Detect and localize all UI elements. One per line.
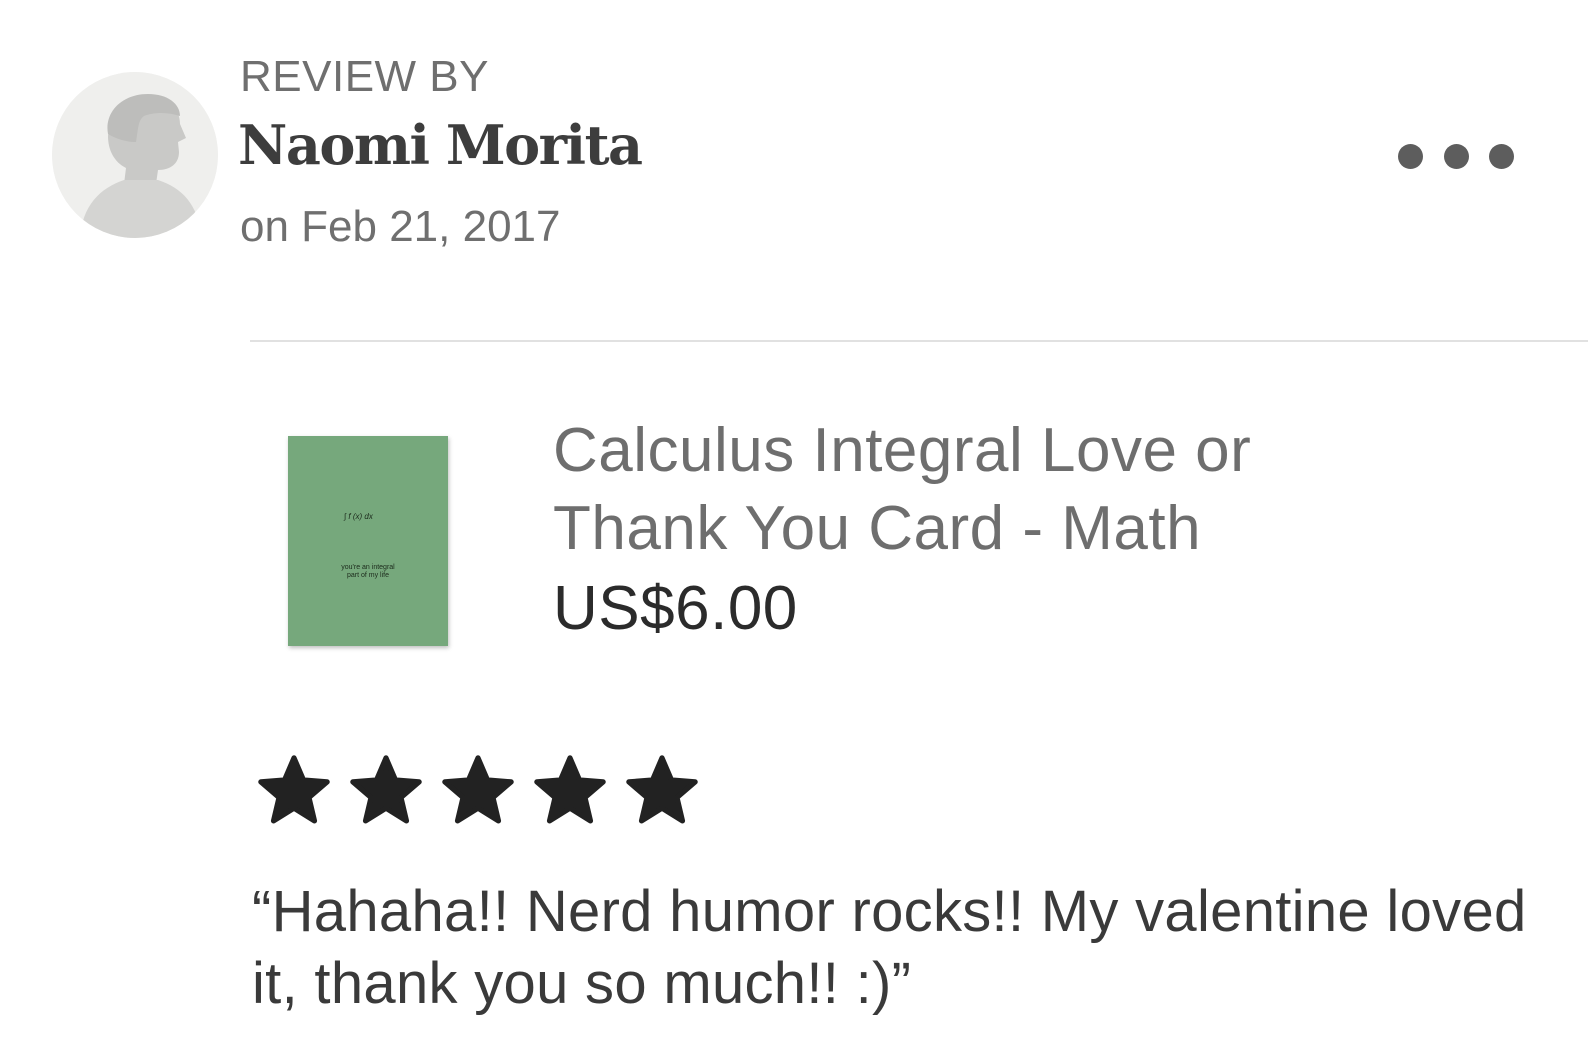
star-icon [534, 755, 606, 824]
star-icon [258, 755, 330, 824]
product-title-line: Calculus Integral Love or [553, 416, 1252, 485]
product-title-link[interactable]: Calculus Integral Love or Thank You Card… [553, 412, 1453, 568]
review-text: “Hahaha!! Nerd humor rocks!! My valentin… [252, 879, 1527, 1016]
product-thumbnail[interactable]: ∫ f (x) dx you're an integral part of my… [288, 436, 448, 646]
card-caption: you're an integral part of my life [288, 564, 448, 581]
card-formula: ∫ f (x) dx [344, 512, 373, 521]
user-silhouette-icon [52, 72, 218, 238]
card-caption-line: you're an integral [341, 564, 395, 571]
review-date: on Feb 21, 2017 [240, 202, 561, 251]
product-title-line: Thank You Card - Math [553, 494, 1202, 563]
more-options-button[interactable] [1398, 136, 1514, 176]
more-horizontal-icon [1398, 143, 1423, 169]
more-horizontal-icon [1489, 143, 1514, 169]
card-caption-line: part of my life [346, 572, 389, 580]
reviewer-avatar[interactable] [52, 72, 218, 238]
star-rating [248, 752, 708, 830]
star-icon [442, 755, 514, 824]
product-price: US$6.00 [553, 574, 798, 643]
section-divider [250, 340, 1588, 342]
reviewer-name[interactable]: Naomi Morita [238, 118, 643, 172]
more-horizontal-icon [1443, 143, 1469, 169]
star-icon [626, 755, 698, 824]
review-by-label: REVIEW BY [240, 52, 489, 101]
star-icon [350, 755, 422, 824]
